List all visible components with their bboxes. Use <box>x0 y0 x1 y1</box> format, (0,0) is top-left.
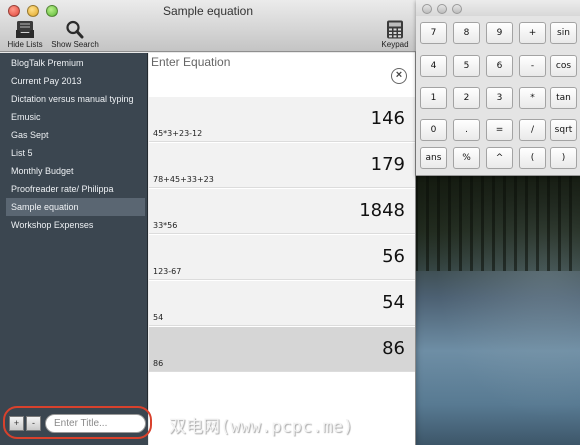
watermark: 双电网(www.pcpc.me) <box>169 417 354 437</box>
key-ans[interactable]: ans <box>420 147 447 169</box>
equation-result: 86 <box>382 338 405 359</box>
sidebar-item-current-pay-2013[interactable]: Current Pay 2013 <box>6 72 145 90</box>
sidebar-item-dictation[interactable]: Dictation versus manual typing <box>6 90 145 108</box>
key-sin[interactable]: sin <box>550 22 577 44</box>
sidebar-item-blogtalk-premium[interactable]: BlogTalk Premium <box>6 54 145 72</box>
key-1[interactable]: 1 <box>420 87 447 109</box>
equation-expression: 54 <box>153 313 164 322</box>
clear-circle-icon[interactable]: × <box>391 68 407 84</box>
keypad-title-bar <box>416 0 580 16</box>
remove-list-button[interactable]: - <box>26 416 41 431</box>
equation-expression: 33*56 <box>153 221 178 230</box>
equation-row[interactable]: 45*3+23-12 146 <box>149 97 415 142</box>
key-3[interactable]: 3 <box>486 87 513 109</box>
key-cos[interactable]: cos <box>550 55 577 77</box>
key-power[interactable]: ^ <box>486 147 513 169</box>
equation-result: 146 <box>370 108 405 129</box>
equation-expression: 45*3+23-12 <box>153 129 203 138</box>
key-0[interactable]: 0 <box>420 119 447 141</box>
title-input[interactable] <box>45 414 146 433</box>
sidebar-item-list-5[interactable]: List 5 <box>6 144 145 162</box>
add-list-button[interactable]: + <box>9 416 24 431</box>
hide-lists-button[interactable]: Hide Lists <box>6 20 44 49</box>
magnifier-icon <box>66 20 84 39</box>
key-sqrt[interactable]: sqrt <box>550 119 577 141</box>
key-open-paren[interactable]: ( <box>519 147 546 169</box>
equation-result: 1848 <box>359 200 405 221</box>
equation-result: 54 <box>382 292 405 313</box>
equation-row[interactable]: 78+45+33+23 179 <box>149 143 415 188</box>
key-multiply[interactable]: * <box>519 87 546 109</box>
equation-row-active[interactable]: 86 86 <box>149 327 415 372</box>
desktop-background <box>415 176 580 445</box>
keypad-zoom-icon[interactable] <box>452 4 462 14</box>
key-percent[interactable]: % <box>453 147 480 169</box>
sidebar: BlogTalk Premium Current Pay 2013 Dictat… <box>0 53 148 445</box>
key-minus[interactable]: - <box>519 55 546 77</box>
key-divide[interactable]: / <box>519 119 546 141</box>
sidebar-item-monthly-budget[interactable]: Monthly Budget <box>6 162 145 180</box>
equation-row[interactable]: 123-67 56 <box>149 235 415 280</box>
key-decimal[interactable]: . <box>453 119 480 141</box>
tray-icon <box>16 21 34 38</box>
sidebar-item-workshop-expenses[interactable]: Workshop Expenses <box>6 216 145 234</box>
keypad-label: Keypad <box>381 40 409 49</box>
title-bar: Sample equation Hide Lists Show Search K… <box>0 0 416 52</box>
equation-row[interactable]: 54 54 <box>149 281 415 326</box>
key-7[interactable]: 7 <box>420 22 447 44</box>
equation-expression: 78+45+33+23 <box>153 175 214 184</box>
equation-result: 56 <box>382 246 405 267</box>
equation-row[interactable]: 33*56 1848 <box>149 189 415 234</box>
sidebar-item-proofreader-rate[interactable]: Proofreader rate/ Philippa <box>6 180 145 198</box>
equation-entry-area: × <box>149 53 415 97</box>
calculator-icon <box>387 20 403 39</box>
sidebar-item-emusic[interactable]: Emusic <box>6 108 145 126</box>
key-plus[interactable]: + <box>519 22 546 44</box>
window-title: Sample equation <box>162 4 254 18</box>
equation-expression: 123-67 <box>153 267 182 276</box>
equation-expression: 86 <box>153 359 164 368</box>
sidebar-item-sample-equation[interactable]: Sample equation <box>6 198 145 216</box>
hide-lists-label: Hide Lists <box>7 40 43 49</box>
key-4[interactable]: 4 <box>420 55 447 77</box>
key-8[interactable]: 8 <box>453 22 480 44</box>
key-close-paren[interactable]: ) <box>550 147 577 169</box>
keypad-minimize-icon[interactable] <box>437 4 447 14</box>
key-9[interactable]: 9 <box>486 22 513 44</box>
show-search-label: Show Search <box>51 40 99 49</box>
key-5[interactable]: 5 <box>453 55 480 77</box>
key-6[interactable]: 6 <box>486 55 513 77</box>
show-search-button[interactable]: Show Search <box>50 20 100 49</box>
key-tan[interactable]: tan <box>550 87 577 109</box>
key-2[interactable]: 2 <box>453 87 480 109</box>
sidebar-item-gas-sept[interactable]: Gas Sept <box>6 126 145 144</box>
equation-result: 179 <box>370 154 405 175</box>
main-window: Sample equation Hide Lists Show Search K… <box>0 0 416 445</box>
keypad-window: 7 8 9 + sin 4 5 6- cos 1 2 3 * tan 0. = / sqrt ans% ^ () <box>416 0 580 176</box>
key-equals[interactable]: = <box>486 119 513 141</box>
equation-panel: × 45*3+23-12 146 78+45+33+23 179 33*56 1… <box>149 53 415 445</box>
keypad-button[interactable]: Keypad <box>378 20 412 49</box>
equation-input[interactable] <box>151 54 391 70</box>
background-trees <box>415 176 580 271</box>
keypad-close-icon[interactable] <box>422 4 432 14</box>
